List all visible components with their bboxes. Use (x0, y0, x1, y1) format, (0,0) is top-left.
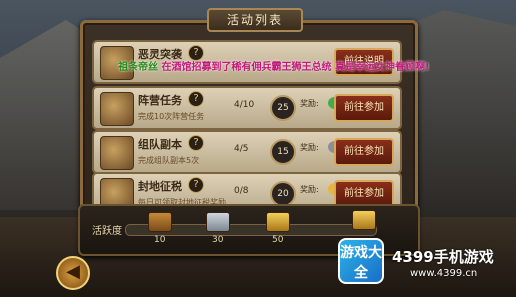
reward-label: 奖励: (300, 143, 319, 152)
reward-label: 奖励: (300, 99, 319, 108)
silver-chest-icon[interactable] (206, 212, 230, 232)
gold-chest-icon[interactable] (266, 212, 290, 232)
row-desc: 完成10次阵营任务 (138, 112, 205, 121)
activity-row-team-dungeon: 组队副本 ? 完成组队副本5次 4/5 15 奖励: 前往参加 (92, 130, 402, 174)
back-arrow-icon[interactable]: ◀ (56, 256, 90, 290)
row-name: 封地征税 (138, 180, 182, 193)
activity-tick: 50 (272, 235, 284, 245)
row-name: 组队副本 (138, 138, 182, 151)
panel-title: 活动列表 (207, 8, 303, 32)
activity-row-faction-quest: 阵营任务 ? 完成10次阵营任务 4/10 25 奖励: 前往参加 (92, 86, 402, 130)
activity-label: 活跃度 (92, 226, 122, 237)
row-name: 阵营任务 (138, 94, 182, 107)
help-icon[interactable]: ? (188, 135, 204, 151)
broadcast-player: 祖条帝丝 (118, 62, 158, 73)
activity-points-badge: 15 (270, 139, 296, 165)
row-desc: 完成组队副本5次 (138, 156, 200, 165)
row-progress: 4/5 (234, 144, 249, 154)
watermark-badge: 游戏大全 (338, 238, 384, 284)
treasure-chest-icon[interactable] (352, 210, 376, 230)
activity-tick: 10 (154, 235, 166, 245)
broadcast-text: 在酒馆招募到了稀有佣兵霸王狮王总统 真是幸运女神眷顾啊! (161, 62, 430, 73)
row-progress: 4/10 (234, 100, 255, 110)
broadcast-message: 祖条帝丝 在酒馆招募到了稀有佣兵霸王狮王总统 真是幸运女神眷顾啊! (118, 58, 430, 73)
help-icon[interactable]: ? (188, 91, 204, 107)
activity-tick: 30 (212, 235, 224, 245)
watermark: 游戏大全 4399手机游戏 www.4399.cn (338, 238, 516, 297)
help-icon[interactable]: ? (188, 177, 204, 193)
watermark-brand: 4399手机游戏 (392, 248, 494, 266)
castle-icon (100, 136, 134, 170)
reward-label: 奖励: (300, 185, 319, 194)
go-join-button[interactable]: 前往参加 (334, 94, 394, 122)
watermark-url: www.4399.cn (410, 268, 478, 279)
go-join-button[interactable]: 前往参加 (334, 138, 394, 166)
bronze-chest-icon[interactable] (148, 212, 172, 232)
activity-points-badge: 25 (270, 95, 296, 121)
row-progress: 0/8 (234, 186, 249, 196)
scroll-quill-icon (100, 92, 134, 126)
